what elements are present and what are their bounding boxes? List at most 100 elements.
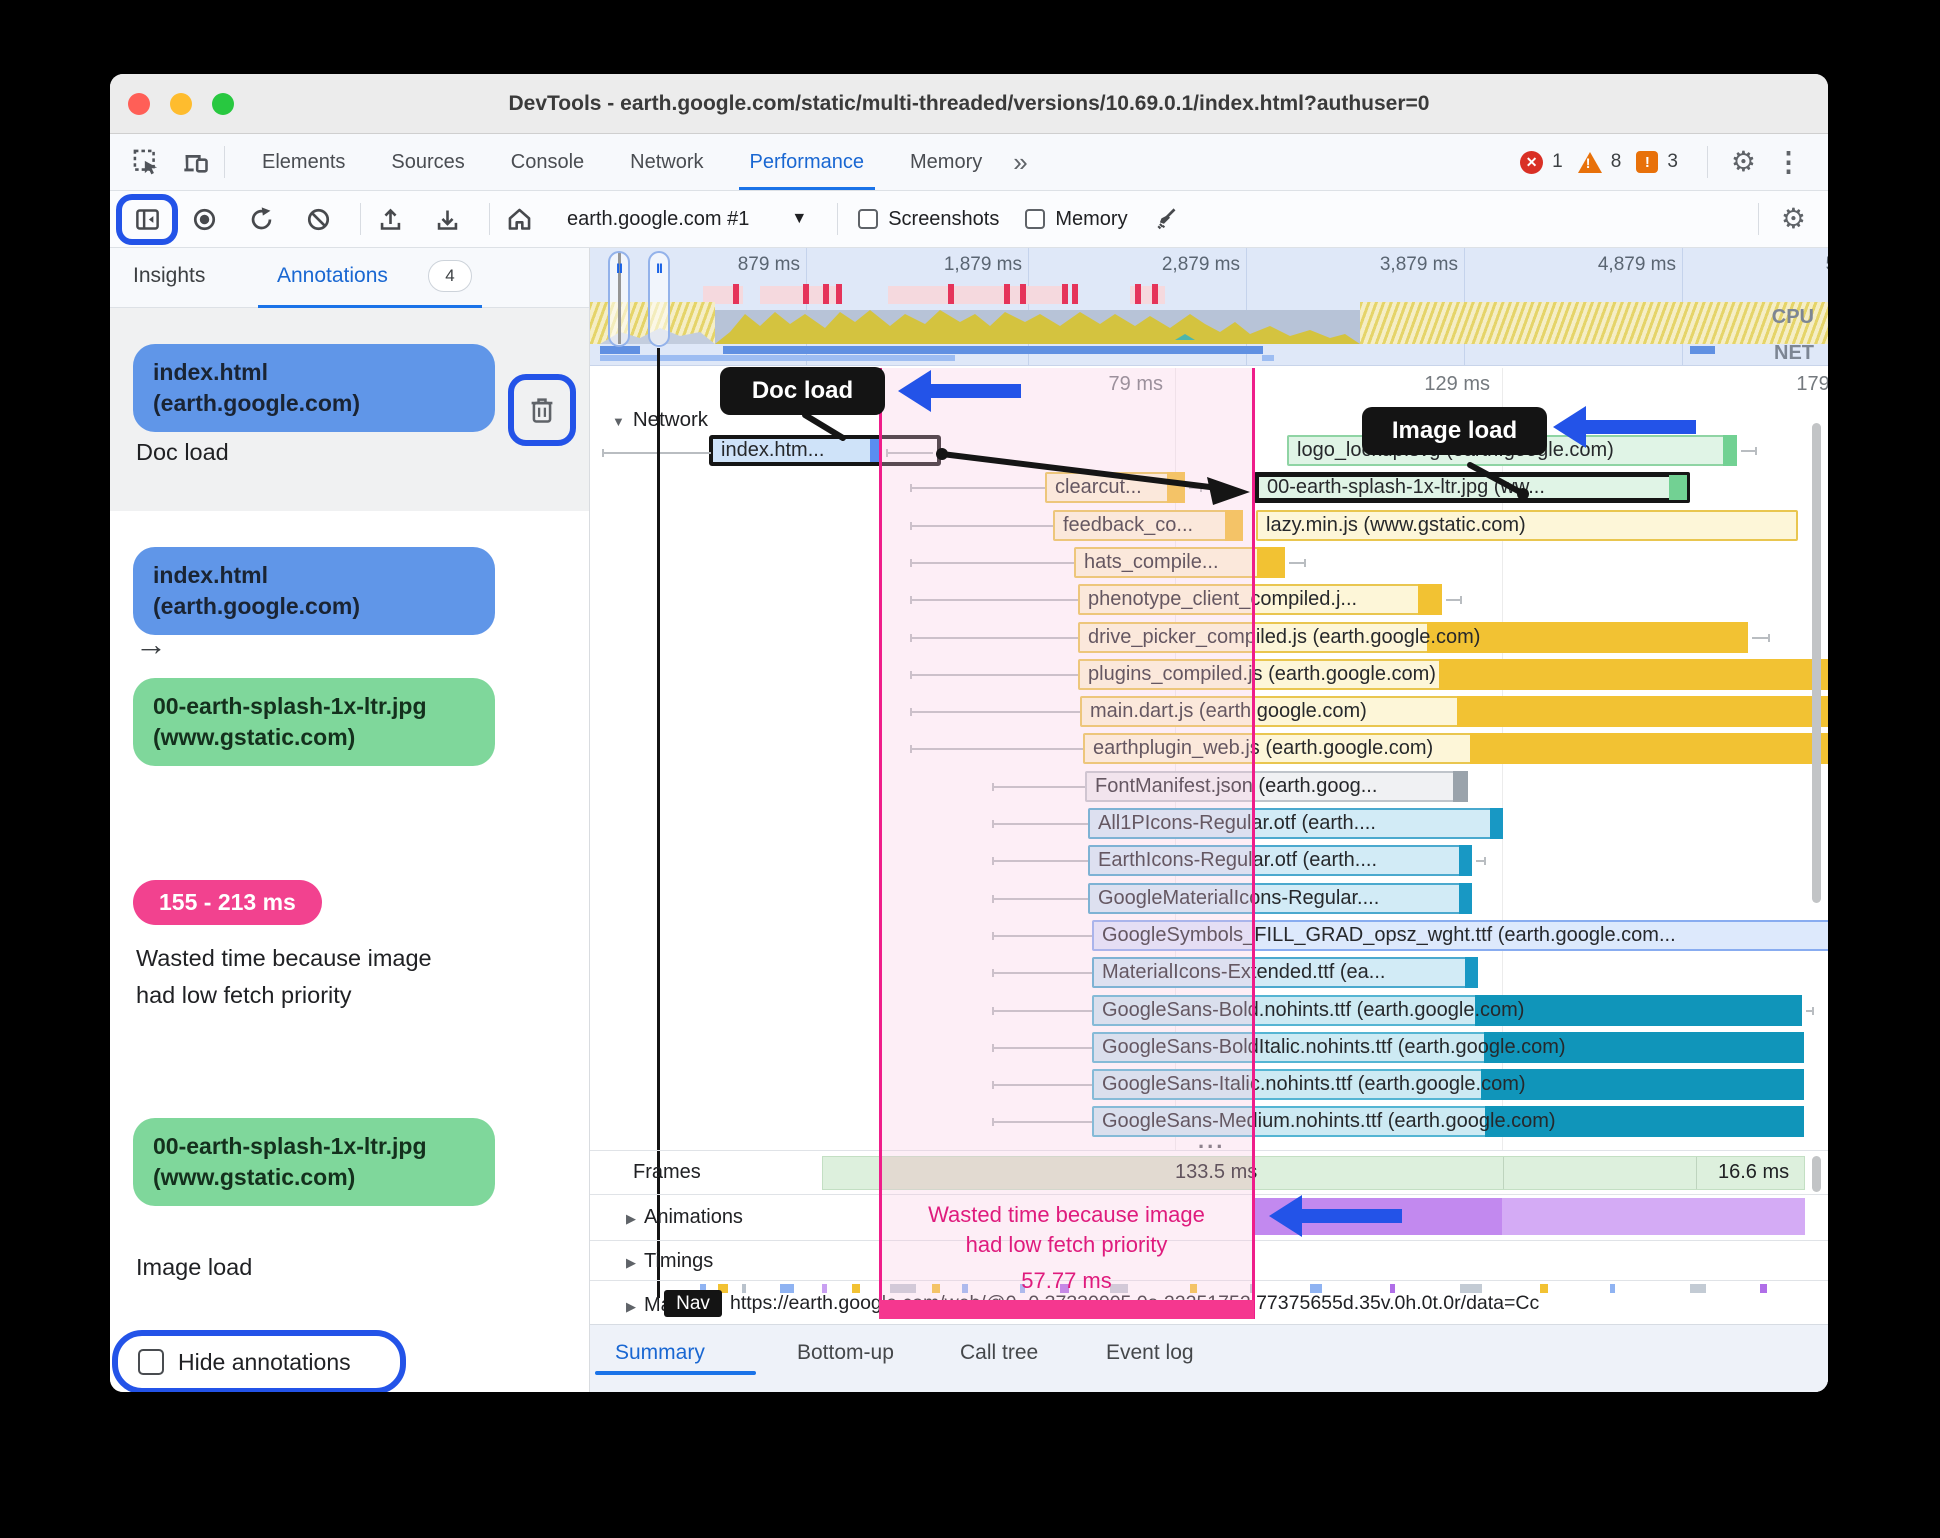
expand-triangle-icon[interactable]: ▶ (626, 1211, 636, 1226)
request-label: main.dart.js (earth.google.com) (1090, 700, 1367, 722)
annotation-chip-index-html[interactable]: index.html (earth.google.com) (133, 344, 495, 432)
download-profile-icon[interactable] (434, 206, 461, 233)
timings-track-header[interactable]: ▶ Timings (626, 1250, 713, 1273)
panel-tab-console[interactable]: Console (488, 134, 607, 190)
network-request-bar[interactable]: clearcut... (910, 472, 1202, 503)
vertical-scrollbar[interactable] (1812, 423, 1821, 903)
clear-icon[interactable] (305, 206, 332, 233)
home-icon[interactable] (506, 206, 533, 233)
issues-count[interactable]: 3 (1667, 151, 1678, 173)
panel-tab-performance[interactable]: Performance (727, 134, 888, 190)
active-tab-underline (595, 1371, 756, 1375)
titlebar: DevTools - earth.google.com/static/multi… (110, 74, 1828, 134)
inspect-element-icon[interactable] (132, 148, 160, 176)
network-request-bar[interactable]: plugins_compiled.js (earth.google.com) (910, 659, 1828, 690)
network-request-bar[interactable]: GoogleMaterialIcons-Regular.... (992, 883, 1472, 914)
annotation-chip-time-range[interactable]: 155 - 213 ms (133, 880, 322, 925)
screenshots-checkbox[interactable] (858, 209, 879, 229)
details-tab-summary[interactable]: Summary (615, 1341, 705, 1365)
chevron-down-icon[interactable]: ▼ (791, 210, 807, 228)
doc-load-annotation-label[interactable]: Doc load (720, 367, 885, 415)
expand-triangle-icon[interactable]: ▶ (626, 1255, 636, 1270)
trash-icon[interactable] (528, 395, 556, 425)
request-queue-whisker (910, 522, 1053, 530)
link-arrow-icon: → (135, 626, 167, 662)
wasted-time-duration: 57.77 ms (1021, 1268, 1112, 1293)
issues-badge-icon[interactable]: ! (1636, 151, 1659, 173)
network-request-bar[interactable]: All1PIcons-Regular.otf (earth.... (992, 808, 1503, 839)
wasted-time-start-line (879, 368, 882, 1319)
network-request-bar[interactable]: main.dart.js (earth.google.com) (910, 696, 1828, 727)
upload-profile-icon[interactable] (377, 206, 404, 233)
tab-insights[interactable]: Insights (133, 264, 205, 288)
network-request-bar[interactable]: drive_picker_compiled.js (earth.google.c… (910, 622, 1770, 653)
network-request-bar[interactable]: feedback_co... (910, 510, 1243, 541)
request-label: GoogleSymbols_FILL_GRAD_opsz_wght.ttf (e… (1102, 924, 1676, 946)
request-label: GoogleSans-Bold.nohints.ttf (earth.googl… (1102, 999, 1525, 1021)
devtools-tabbar: Elements Sources Console Network Performance… (110, 134, 1828, 191)
request-label: lazy.min.js (www.gstatic.com) (1266, 514, 1526, 536)
wasted-time-end-line (1252, 368, 1255, 1319)
network-request-bar[interactable]: earthplugin_web.js (earth.google.com) (910, 733, 1828, 764)
customize-menu-icon[interactable]: ⋮ (1765, 147, 1812, 178)
animations-track-header[interactable]: ▶ Animations (626, 1206, 743, 1229)
divider (1757, 203, 1759, 235)
network-request-bar[interactable]: MaterialIcons-Extended.ttf (ea... (992, 957, 1478, 988)
details-tab-call-tree[interactable]: Call tree (960, 1341, 1038, 1365)
garbage-collect-icon[interactable] (1152, 206, 1179, 233)
error-count[interactable]: 1 (1552, 151, 1563, 173)
expand-triangle-icon[interactable]: ▶ (626, 1299, 636, 1314)
performance-timeline: 879 ms1,879 ms2,879 ms3,879 ms4,879 ms5,… (590, 248, 1828, 1392)
network-request-bar[interactable]: phenotype_client_compiled.j... (910, 584, 1462, 615)
memory-checkbox[interactable] (1025, 209, 1046, 229)
annotation-chip-index-html-2[interactable]: index.html (earth.google.com) (133, 547, 495, 635)
capture-settings-gear-icon[interactable]: ⚙ (1781, 205, 1806, 233)
request-label: phenotype_client_compiled.j... (1088, 588, 1358, 610)
request-queue-whisker (992, 895, 1088, 903)
tab-annotations[interactable]: Annotations (277, 264, 388, 288)
network-request-bar[interactable]: FontManifest.json (earth.goog... (992, 771, 1468, 802)
annotation-label-image-load: Image load (136, 1254, 253, 1280)
network-request-bar[interactable]: GoogleSymbols_FILL_GRAD_opsz_wght.ttf (e… (992, 920, 1828, 951)
frames-track-label: Frames (633, 1161, 701, 1183)
settings-gear-icon[interactable]: ⚙ (1731, 148, 1756, 176)
network-request-bar[interactable]: EarthIcons-Regular.otf (earth.... (992, 845, 1486, 876)
animation-bar[interactable] (1502, 1198, 1805, 1235)
timings-label: Timings (644, 1250, 714, 1272)
details-tab-event-log[interactable]: Event log (1106, 1341, 1194, 1365)
network-request-bar[interactable]: GoogleSans-Bold.nohints.ttf (earth.googl… (992, 995, 1814, 1026)
record-icon[interactable] (191, 206, 218, 233)
more-rows-ellipsis[interactable]: ... (1198, 1128, 1225, 1150)
panel-tab-memory[interactable]: Memory (887, 134, 1005, 190)
network-request-bar[interactable]: index.htm... (602, 435, 941, 466)
network-request-bar[interactable]: GoogleSans-BoldItalic.nohints.ttf (earth… (992, 1032, 1804, 1063)
network-track-header[interactable]: ▼ Network (612, 408, 708, 432)
profile-select[interactable]: earth.google.com #1 (567, 208, 749, 231)
request-queue-whisker (992, 857, 1088, 865)
details-tab-bottom-up[interactable]: Bottom-up (797, 1341, 894, 1365)
annotation-chip-splash-image[interactable]: 00-earth-splash-1x-ltr.jpg (www.gstatic.… (133, 678, 495, 766)
reload-record-icon[interactable] (248, 206, 275, 233)
network-request-bar[interactable]: lazy.min.js (www.gstatic.com) (1256, 510, 1798, 541)
panel-tab-sources[interactable]: Sources (368, 134, 487, 190)
panel-tab-elements[interactable]: Elements (239, 134, 368, 190)
frames-bar[interactable]: 133.5 ms 16.6 ms (822, 1156, 1805, 1190)
network-request-bar[interactable]: 00-earth-splash-1x-ltr.jpg (ww... (1254, 472, 1690, 503)
collapse-triangle-icon[interactable]: ▼ (612, 414, 625, 429)
device-toolbar-icon[interactable] (182, 148, 210, 176)
hide-annotations-label[interactable]: Hide annotations (178, 1349, 351, 1376)
memory-label[interactable]: Memory (1055, 208, 1127, 231)
request-tail-whisker (1752, 634, 1770, 642)
annotation-chip-splash-image-2[interactable]: 00-earth-splash-1x-ltr.jpg (www.gstatic.… (133, 1118, 495, 1206)
image-load-annotation-label[interactable]: Image load (1362, 407, 1547, 455)
hide-annotations-checkbox[interactable] (138, 1349, 164, 1375)
screenshots-label[interactable]: Screenshots (888, 208, 999, 231)
warning-badge-icon[interactable]: ! (1577, 151, 1602, 173)
warning-count[interactable]: 8 (1611, 151, 1622, 173)
network-request-bar[interactable]: GoogleSans-Italic.nohints.ttf (earth.goo… (992, 1069, 1804, 1100)
annotations-sidebar: Insights Annotations 4 index.html (earth… (110, 248, 590, 1392)
panel-tab-network[interactable]: Network (607, 134, 726, 190)
more-tabs-icon[interactable]: » (1005, 147, 1035, 178)
scrollbar-thumb[interactable] (1812, 1156, 1821, 1192)
error-badge-icon[interactable]: ✕ (1520, 150, 1544, 174)
